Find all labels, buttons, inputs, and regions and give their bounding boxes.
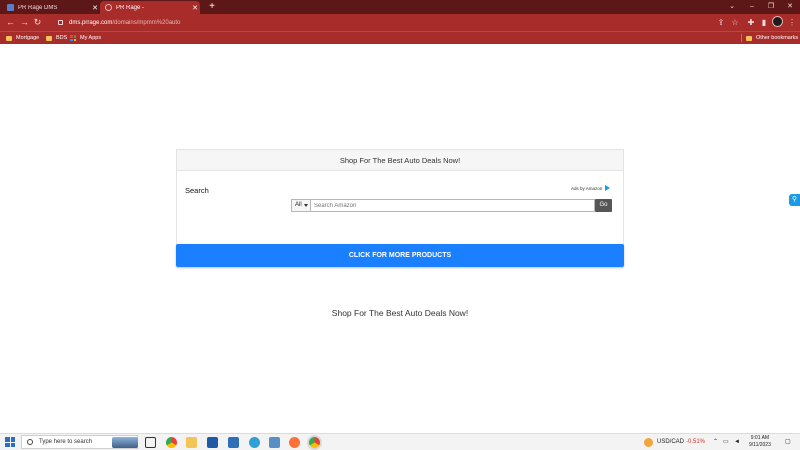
lock-icon <box>58 20 63 25</box>
tab-pr-rage[interactable]: PR Rage - ✕ <box>100 1 200 14</box>
network-icon[interactable]: ▭ <box>723 436 729 448</box>
tab-label: PR Rage DMS <box>18 4 58 11</box>
edge-icon[interactable] <box>269 437 280 448</box>
folder-icon <box>6 35 12 41</box>
url-host: dms.prrage.com <box>69 19 113 26</box>
loading-favicon-icon <box>105 4 112 11</box>
url-path: /domains/mpmm%20auto <box>112 19 181 26</box>
windows-taskbar: Type here to search USD/CAD -0.51% ⌃ ▭ ◄… <box>0 433 800 450</box>
side-panel-icon[interactable]: ▮ <box>758 16 770 29</box>
minimize-icon[interactable]: – <box>742 0 762 14</box>
tray-chevron-up-icon[interactable]: ⌃ <box>713 436 718 448</box>
close-icon[interactable]: ✕ <box>190 4 200 12</box>
address-bar[interactable]: dms.prrage.com/domains/mpmm%20auto <box>44 16 744 29</box>
bookmark-label: Mortgage <box>16 35 40 41</box>
apps-grid-icon <box>70 35 76 41</box>
search-input[interactable] <box>310 199 595 212</box>
task-view-icon[interactable] <box>145 437 156 448</box>
ads-by-amazon[interactable]: Ads by Amazon <box>571 185 611 191</box>
ticker-icon <box>644 438 653 447</box>
chrome-icon[interactable] <box>166 437 177 448</box>
mail-icon[interactable] <box>228 437 239 448</box>
share-icon[interactable]: ⇪ <box>715 16 727 29</box>
tab-search-chevron-icon[interactable]: ⌄ <box>722 0 742 14</box>
windows-start-icon[interactable] <box>5 437 15 447</box>
bookmark-star-icon[interactable]: ☆ <box>729 16 741 29</box>
url-text: dms.prrage.com/domains/mpmm%20auto <box>69 20 180 26</box>
restore-icon[interactable]: ❐ <box>761 0 781 14</box>
site-favicon-icon <box>7 4 14 11</box>
back-arrow-icon[interactable]: ← <box>4 16 17 29</box>
tab-label: PR Rage - <box>116 4 145 11</box>
ads-by-label: Ads by Amazon <box>571 185 603 191</box>
bookmarks-bar: Mortgage BDS My Apps Other bookmarks <box>0 31 800 44</box>
search-label: Search <box>185 186 209 195</box>
window-close-icon[interactable]: ✕ <box>780 0 800 14</box>
close-icon[interactable]: ✕ <box>90 4 100 12</box>
ticker-symbol[interactable]: USD/CAD <box>657 436 684 448</box>
file-explorer-icon[interactable] <box>186 437 197 448</box>
app-icon[interactable] <box>249 437 260 448</box>
taskbar-search-placeholder: Type here to search <box>39 439 93 445</box>
clock-date: 9/11/2023 <box>749 442 771 448</box>
search-highlight-icon[interactable] <box>112 437 138 448</box>
taskbar-clock[interactable]: 9:01 AM 9/11/2023 <box>749 435 771 449</box>
ticker-change[interactable]: -0.51% <box>686 436 705 448</box>
bookmark-my-apps[interactable]: My Apps <box>70 32 101 44</box>
search-row: All Go <box>291 199 612 212</box>
extensions-puzzle-icon[interactable]: ✚ <box>745 16 757 29</box>
bookmark-label: Other bookmarks <box>756 35 799 41</box>
profile-avatar[interactable] <box>772 16 783 27</box>
tab-strip: PR Rage DMS ✕ PR Rage - ✕ + ⌄ – ❐ ✕ <box>0 0 800 14</box>
menu-kebab-icon[interactable]: ⋮ <box>786 16 798 29</box>
tagline-text: Shop For The Best Auto Deals Now! <box>331 308 469 318</box>
tab-pr-rage-dms[interactable]: PR Rage DMS ✕ <box>2 1 100 14</box>
new-tab-plus-icon[interactable]: + <box>206 1 218 13</box>
bookmark-label: My Apps <box>80 35 102 41</box>
store-icon[interactable] <box>207 437 218 448</box>
more-products-button[interactable]: CLICK FOR MORE PRODUCTS <box>176 244 624 267</box>
chevron-down-icon <box>303 204 308 207</box>
go-button[interactable]: Go <box>595 199 612 212</box>
speaker-icon[interactable]: ◄ <box>734 436 740 448</box>
chrome-active-icon[interactable] <box>309 437 320 448</box>
category-select[interactable]: All <box>291 199 310 212</box>
widget-header: Shop For The Best Auto Deals Now! <box>177 150 623 171</box>
adchoices-icon <box>605 185 611 191</box>
reload-icon[interactable]: ↻ <box>31 16 44 29</box>
clock-time: 9:01 AM <box>750 435 770 441</box>
bookmarks-divider <box>741 34 742 42</box>
bookmark-bds[interactable]: BDS <box>46 32 67 44</box>
forward-arrow-icon[interactable]: → <box>18 16 31 29</box>
browser-toolbar: ← → ↻ dms.prrage.com/domains/mpmm%20auto… <box>0 14 800 31</box>
folder-icon <box>46 35 52 41</box>
bookmark-mortgage[interactable]: Mortgage <box>6 32 39 44</box>
notification-icon[interactable]: ▢ <box>785 436 791 448</box>
search-icon <box>27 439 33 445</box>
firefox-icon[interactable] <box>289 437 300 448</box>
zoom-search-icon[interactable]: ⚲ <box>789 194 800 206</box>
folder-icon <box>746 35 752 41</box>
amazon-search-widget: Shop For The Best Auto Deals Now! Search… <box>176 149 624 245</box>
bookmark-label: BDS <box>56 35 68 41</box>
other-bookmarks[interactable]: Other bookmarks <box>746 32 798 44</box>
category-value: All <box>295 202 302 208</box>
